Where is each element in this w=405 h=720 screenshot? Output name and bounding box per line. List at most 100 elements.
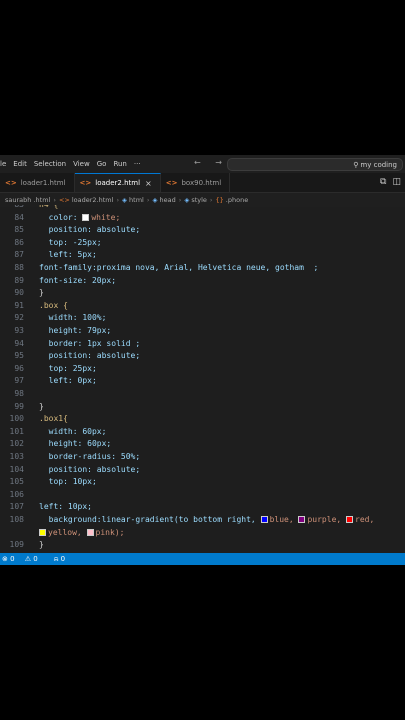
line-number: 101 xyxy=(9,426,24,436)
line-content: left: 5px; xyxy=(39,249,97,262)
code-line: 107 left: 10px; xyxy=(0,501,405,514)
code-line: 99} xyxy=(0,401,405,414)
code-text: } xyxy=(39,288,44,298)
open-preview-icon[interactable]: ⧉ xyxy=(380,177,386,187)
code-text: height: 60px; xyxy=(39,439,112,449)
code-text: border-radius: 50%; xyxy=(39,452,141,461)
breadcrumb-item[interactable]: html xyxy=(129,196,144,204)
code-line: 87 left: 5px; xyxy=(0,249,405,262)
line-content: .box { xyxy=(39,300,68,313)
code-line: 86 top: -25px; xyxy=(0,237,405,250)
line-number: 105 xyxy=(9,477,24,487)
code-text: position: absolute; xyxy=(39,351,141,361)
line-number: 109 xyxy=(9,540,24,550)
color-swatch[interactable] xyxy=(260,516,268,523)
code-text: .box { xyxy=(39,300,68,310)
line-number: 102 xyxy=(9,439,24,449)
line-number: 107 xyxy=(9,502,24,512)
menu-selection[interactable]: Selection xyxy=(34,160,66,168)
line-number: 86 xyxy=(14,237,24,247)
color-swatch[interactable] xyxy=(298,516,306,523)
line-content: width: 100%; xyxy=(39,312,107,325)
ports-count: 0 xyxy=(60,554,66,563)
code-text: border: 1px solid ; xyxy=(39,338,141,348)
code-line: 96 top: 25px; xyxy=(0,363,405,376)
code-text: left: 10px; xyxy=(39,502,92,512)
gradient-color-name: blue, xyxy=(269,515,294,524)
chevron-right-icon: › xyxy=(116,196,120,204)
code-line: 92 width: 100%; xyxy=(0,312,405,325)
line-number: 85 xyxy=(14,225,24,235)
editor-tabs: <> loader1.html <> loader2.html × <> box… xyxy=(0,173,405,193)
line-number: 87 xyxy=(14,250,24,260)
code-text: } xyxy=(39,401,44,411)
code-line: 89 font-size: 20px; xyxy=(0,275,405,288)
line-content: position: absolute; xyxy=(39,464,141,477)
code-line: 83 h4 { xyxy=(0,205,405,212)
code-line: 95 position: absolute; xyxy=(0,350,405,363)
menu-go[interactable]: Go xyxy=(97,160,107,168)
line-content: font-size: 20px; xyxy=(39,275,116,288)
status-ports[interactable]: ⍾ 0 xyxy=(54,555,73,564)
code-line: 90} xyxy=(0,287,405,300)
line-content: font-family:proxima nova, Arial, Helveti… xyxy=(39,262,318,275)
line-number: 104 xyxy=(9,464,24,474)
breadcrumb-item[interactable]: saurabh .html xyxy=(5,196,50,204)
line-content: height: 79px; xyxy=(39,325,112,338)
breadcrumb-item[interactable]: style xyxy=(191,196,207,204)
html-file-icon: <> xyxy=(165,178,178,187)
status-problems[interactable]: ⊗ 0 ⚠ 0 xyxy=(2,555,46,563)
line-number: 106 xyxy=(9,489,24,499)
code-text: width: 60px; xyxy=(39,426,107,436)
menu-view[interactable]: View xyxy=(73,160,90,168)
color-swatch[interactable] xyxy=(82,213,90,221)
element-icon: ◈ xyxy=(152,196,158,204)
line-content: width: 60px; xyxy=(39,426,107,439)
menu-run[interactable]: Run xyxy=(113,160,126,168)
code-text: } xyxy=(39,540,44,550)
code-text: .box1{ xyxy=(39,414,68,424)
code-line: 100 .box1{ xyxy=(0,413,405,426)
color-swatch[interactable] xyxy=(39,528,46,536)
menu-more[interactable]: ··· xyxy=(134,160,141,168)
menu-edit[interactable]: Edit xyxy=(13,160,27,168)
code-line: 106 xyxy=(0,489,405,502)
tab-box90[interactable]: <> box90.html xyxy=(161,173,231,192)
code-line: 105 top: 10px; xyxy=(0,476,405,489)
nav-arrows[interactable]: ← → xyxy=(194,158,228,167)
line-content: position: absolute; xyxy=(39,350,141,363)
line-content: left: 10px; xyxy=(39,501,92,514)
code-text: width: 100%; xyxy=(39,313,107,323)
color-swatch[interactable] xyxy=(346,516,354,523)
code-line: 103 border-radius: 50%; xyxy=(0,451,405,464)
code-text: height: 79px; xyxy=(39,326,112,335)
code-editor[interactable]: 83h4 {84 color: white;85 position: absol… xyxy=(0,205,405,555)
menu-file[interactable]: le xyxy=(0,160,6,168)
line-content: top: 10px; xyxy=(39,476,97,489)
chevron-right-icon: › xyxy=(209,196,213,204)
color-swatch[interactable] xyxy=(86,528,94,536)
vscode-window: le Edit Selection View Go Run ··· ← → ⚲ … xyxy=(0,155,405,565)
close-icon[interactable]: × xyxy=(145,179,152,188)
command-center-label: my coding xyxy=(360,160,397,169)
code-line: 98 xyxy=(0,388,405,401)
line-content: border: 1px solid ; xyxy=(39,338,141,351)
line-number: 93 xyxy=(14,326,24,335)
command-center[interactable]: ⚲ my coding xyxy=(227,158,403,171)
breadcrumb-item[interactable]: head xyxy=(159,196,175,204)
breadcrumb-item[interactable]: .phone xyxy=(226,196,248,204)
tab-label: box90.html xyxy=(181,178,222,187)
split-editor-icon[interactable]: ◫ xyxy=(392,177,401,187)
line-content: top: 25px; xyxy=(39,363,97,376)
tab-loader2[interactable]: <> loader2.html × xyxy=(74,173,161,192)
gradient-color-name: pink); xyxy=(95,527,125,537)
code-line: 94 border: 1px solid ; xyxy=(0,338,405,351)
code-text: color: xyxy=(39,212,83,222)
code-text: top: 25px; xyxy=(39,363,97,373)
breadcrumb-item[interactable]: loader2.html xyxy=(72,196,114,204)
gradient-color-name: red, xyxy=(355,515,375,524)
line-content: height: 60px; xyxy=(39,438,112,451)
tab-loader1[interactable]: <> loader1.html xyxy=(0,173,75,192)
chevron-right-icon: › xyxy=(146,196,150,204)
code-line: 102 height: 60px; xyxy=(0,438,405,451)
